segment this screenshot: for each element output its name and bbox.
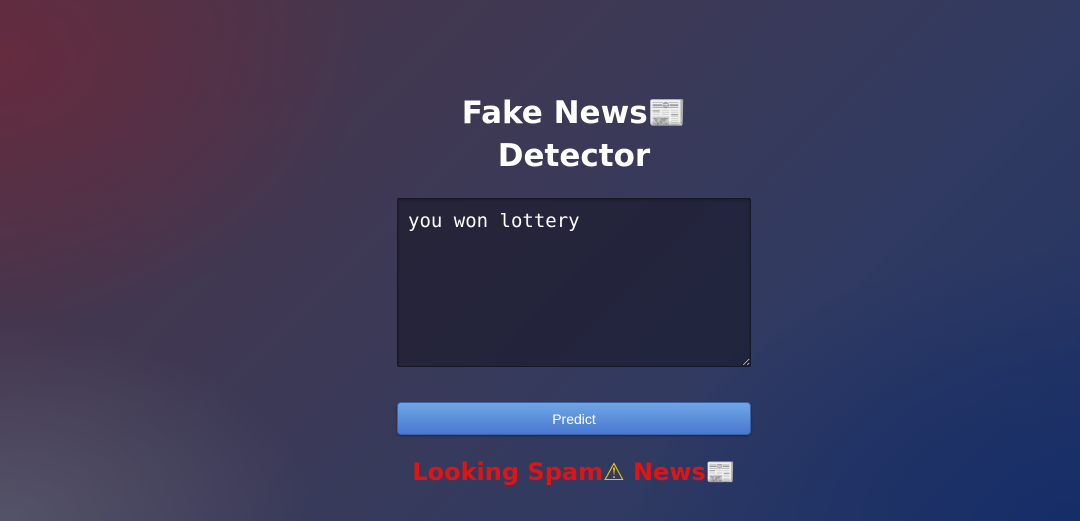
predictor-panel: Fake News📰 Detector Predict Looking Spam… bbox=[397, 92, 751, 487]
title-line-1: Fake News📰 bbox=[397, 92, 751, 135]
prediction-result: Looking Spam⚠ News📰 bbox=[397, 457, 751, 487]
title-line-2: Detector bbox=[497, 138, 651, 174]
warning-icon: ⚠ bbox=[603, 458, 625, 486]
result-text-2: News bbox=[632, 458, 706, 486]
newspaper-icon: 📰 bbox=[705, 458, 736, 486]
newspaper-icon: 📰 bbox=[647, 95, 687, 131]
title-text-1: Fake News bbox=[461, 95, 648, 131]
result-text-1: Looking Spam bbox=[412, 458, 604, 486]
page-title: Fake News📰 Detector bbox=[397, 92, 751, 178]
news-text-input[interactable] bbox=[397, 198, 751, 367]
predict-button[interactable]: Predict bbox=[397, 402, 751, 435]
